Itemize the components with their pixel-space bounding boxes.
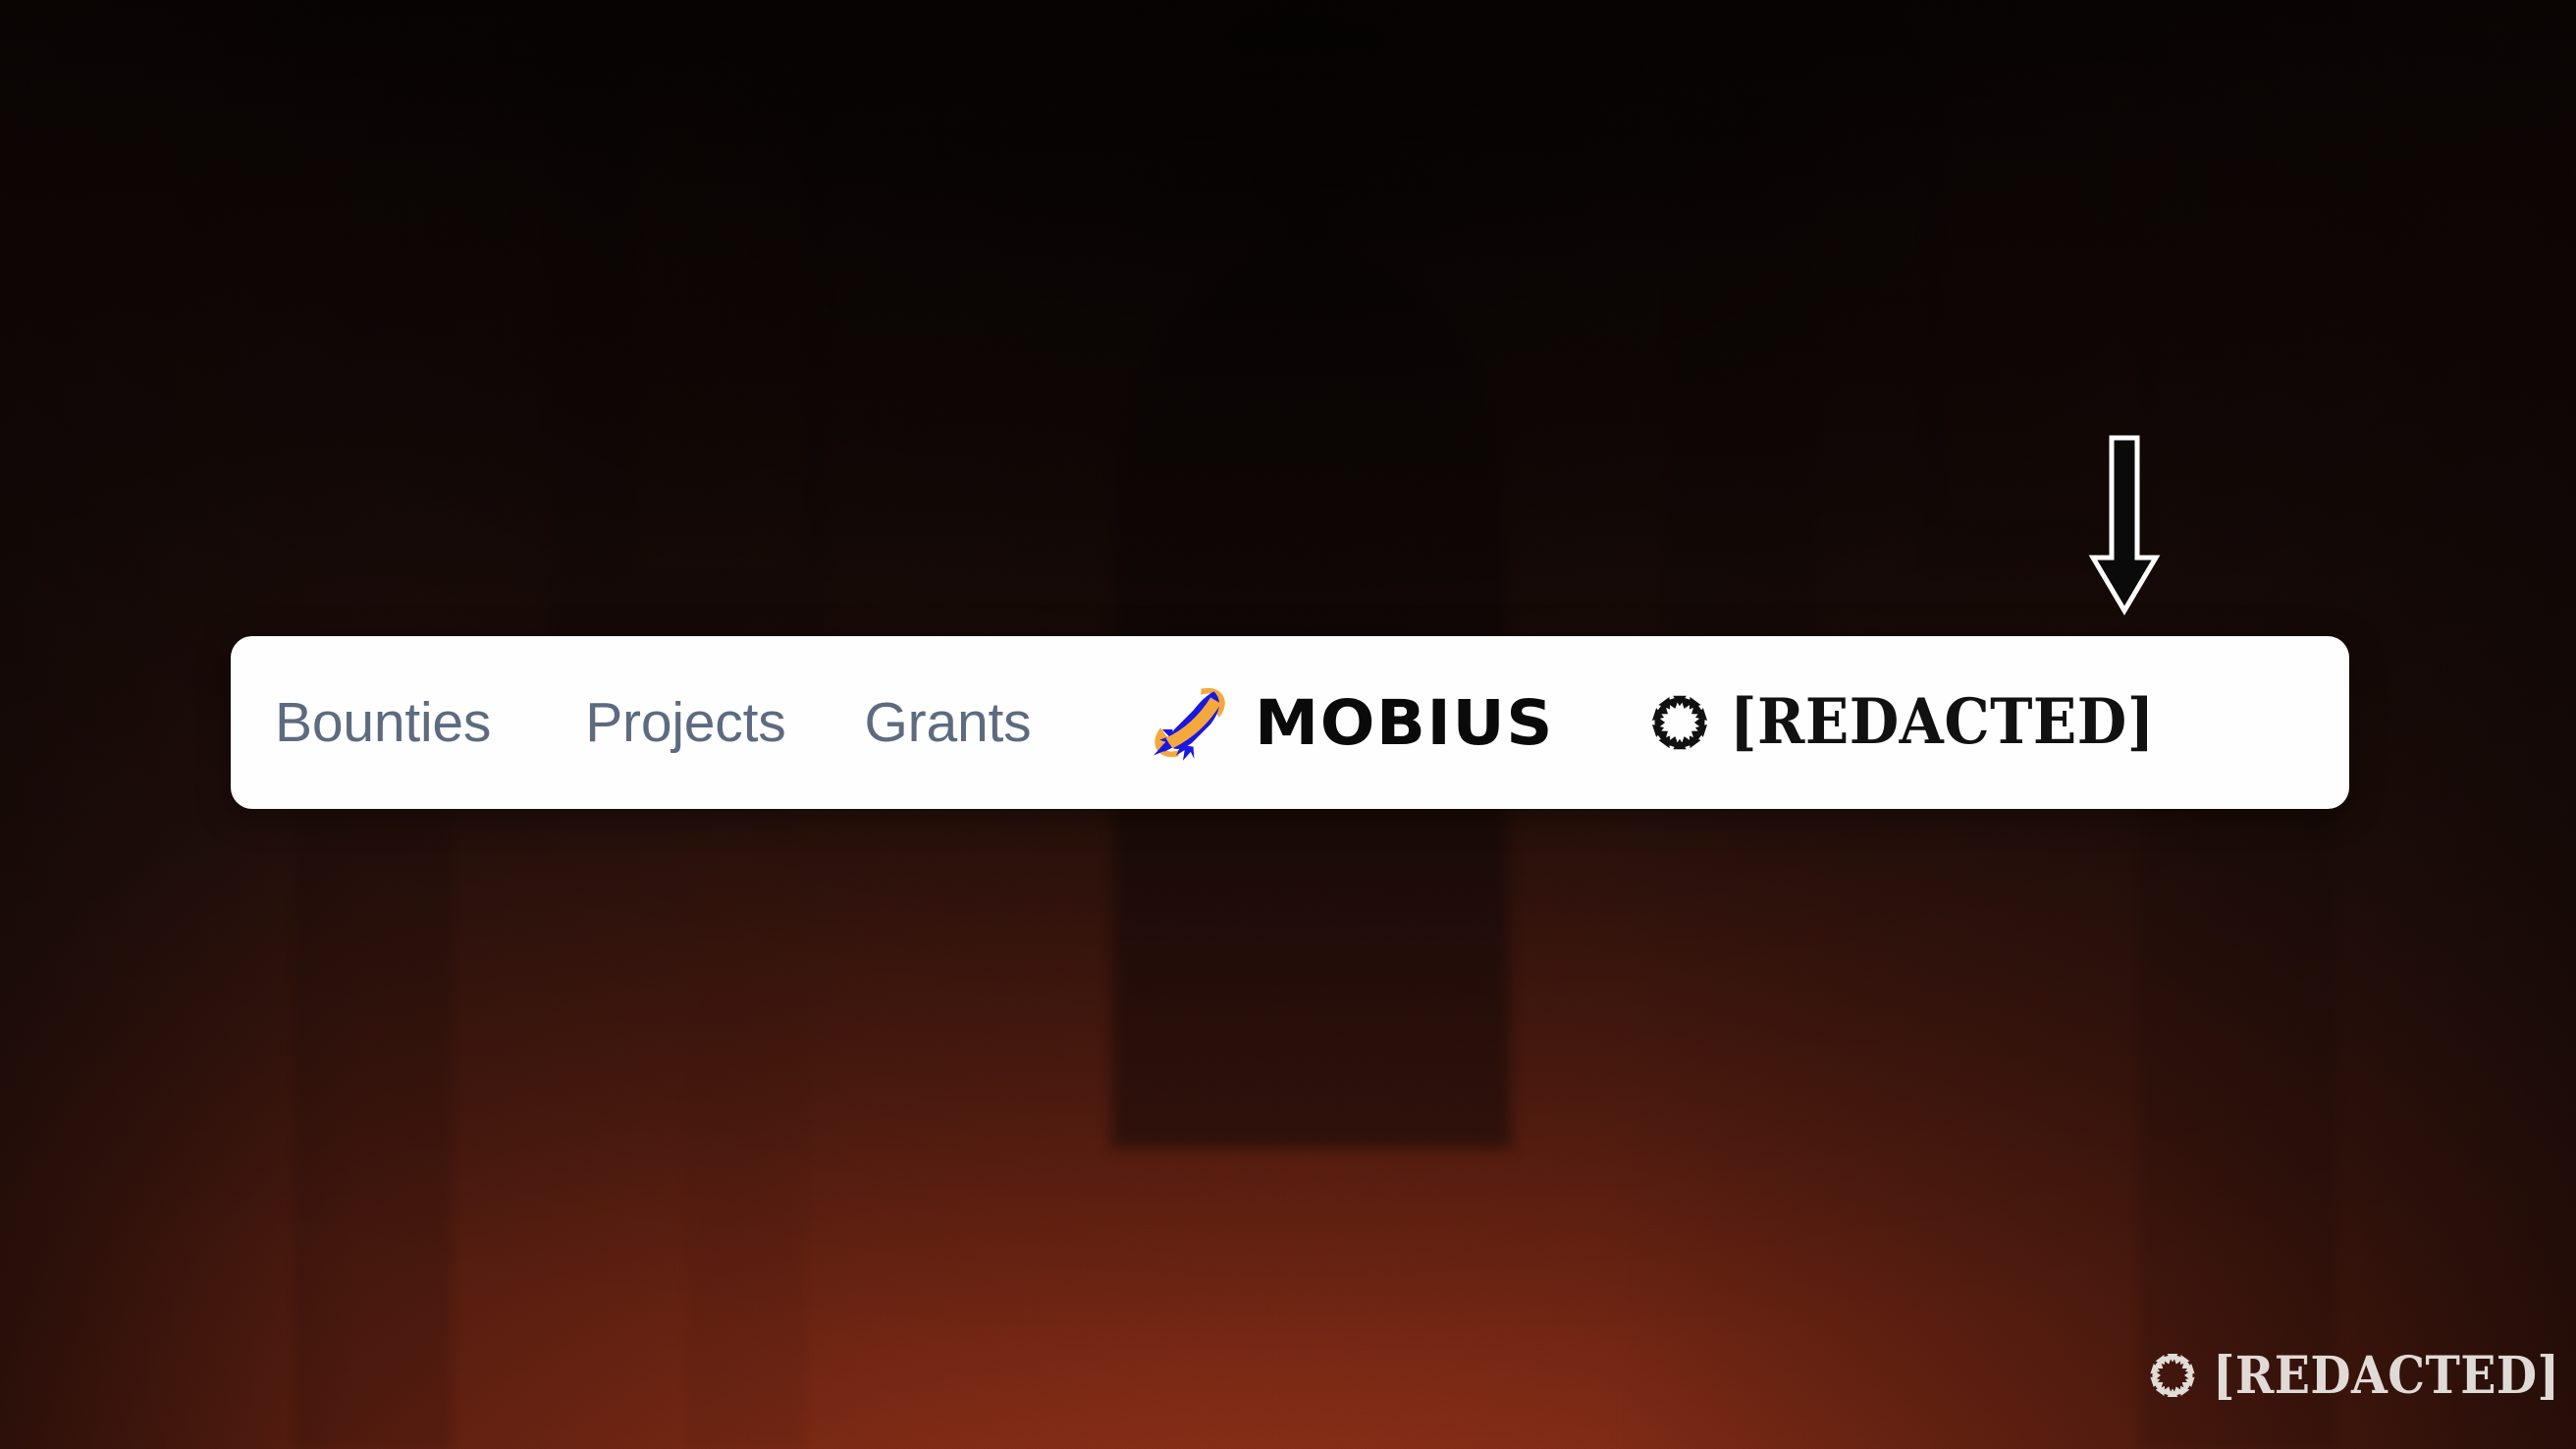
mobius-wordmark: MOBIUS — [1255, 686, 1555, 759]
sunburst-icon — [2150, 1354, 2195, 1397]
screen: Bounties Projects Grants MOBIUS [REDACTE… — [0, 0, 2576, 1449]
watermark-redacted: [REDACTED] — [2148, 1344, 2570, 1406]
redacted-wordmark: [REDACTED] — [1729, 685, 2155, 760]
nav-link-grants[interactable]: Grants — [865, 694, 1032, 751]
brand-redacted[interactable]: [REDACTED] — [1649, 685, 2168, 760]
nav-link-projects[interactable]: Projects — [585, 694, 786, 751]
navbar: Bounties Projects Grants MOBIUS [REDACTE… — [231, 636, 2349, 809]
brand-mobius[interactable]: MOBIUS — [1147, 679, 1553, 766]
sunburst-icon — [1651, 695, 1707, 750]
rocket-planet-icon — [1154, 687, 1226, 761]
arrow-down-icon — [2088, 435, 2161, 616]
nav-link-bounties[interactable]: Bounties — [275, 694, 491, 751]
watermark-wordmark: [REDACTED] — [2213, 1344, 2560, 1406]
